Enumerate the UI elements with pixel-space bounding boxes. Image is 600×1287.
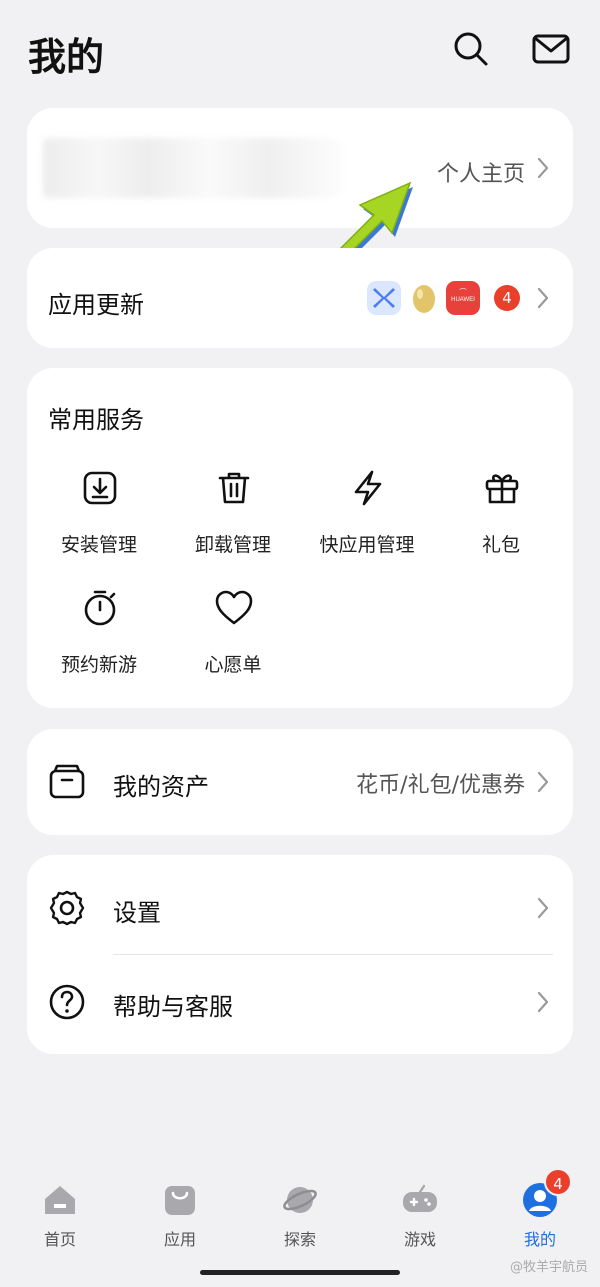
gift-icon: [485, 474, 519, 504]
settings-card: 设置 帮助与客服: [27, 855, 573, 1054]
top-bar: 我的: [0, 0, 600, 100]
blurred-user-name: [43, 138, 343, 198]
nav-explore[interactable]: 探索: [260, 1182, 340, 1252]
planet-icon: [283, 1187, 317, 1213]
chevron-right-icon: [537, 287, 549, 309]
quick-app-icon: [354, 470, 382, 506]
service-uninstall-management[interactable]: 卸载管理: [166, 468, 300, 578]
nav-home[interactable]: 首页: [20, 1182, 100, 1252]
egg-app-icon: [407, 281, 441, 315]
app-update-label: 应用更新: [48, 291, 144, 319]
my-assets-card[interactable]: 我的资产 花币/礼包/优惠券: [27, 729, 573, 835]
service-label: 安装管理: [60, 534, 137, 556]
service-label: 心愿单: [204, 654, 262, 676]
profile-card[interactable]: 个人主页: [27, 108, 573, 228]
app-update-card[interactable]: 应用更新 ⌒ HUAWEI 4: [27, 248, 573, 348]
profile-link[interactable]: 个人主页: [437, 156, 525, 188]
nav-label: 首页: [43, 1230, 76, 1249]
chevron-right-icon: [537, 157, 549, 179]
trash-icon: [218, 472, 250, 504]
home-indicator[interactable]: [200, 1270, 400, 1275]
nav-me[interactable]: 4 我的: [500, 1168, 580, 1252]
service-install-management[interactable]: 安装管理: [32, 468, 166, 578]
gamepad-icon: [403, 1184, 437, 1212]
service-quick-app-management[interactable]: 快应用管理: [300, 468, 434, 578]
chevron-right-icon: [537, 897, 549, 919]
home-icon: [45, 1186, 75, 1214]
install-icon: [83, 471, 117, 505]
chevron-right-icon: [537, 771, 549, 793]
x-app-icon: [367, 281, 401, 315]
gear-icon: [49, 890, 85, 926]
my-assets-label: 我的资产: [113, 773, 209, 801]
service-gift-pack[interactable]: 礼包: [434, 468, 568, 578]
watermark: @牧羊宇航员: [509, 1260, 588, 1275]
nav-label: 应用: [163, 1230, 196, 1249]
settings-label: 设置: [113, 899, 161, 927]
huawei-appgallery-icon: ⌒ HUAWEI: [446, 281, 480, 315]
assets-detail: 花币/礼包/优惠券: [356, 773, 525, 798]
heart-icon: [215, 590, 253, 625]
timer-icon: [84, 590, 116, 626]
me-badge: 4: [544, 1168, 572, 1196]
bottom-nav: 首页 应用 探索 游戏 4 我的: [0, 1168, 600, 1270]
search-icon[interactable]: [452, 30, 490, 68]
service-game-reservation[interactable]: 预约新游: [32, 588, 166, 698]
nav-games[interactable]: 游戏: [380, 1182, 460, 1252]
help-label: 帮助与客服: [113, 993, 233, 1021]
nav-apps[interactable]: 应用: [140, 1182, 220, 1252]
nav-label: 游戏: [403, 1230, 436, 1249]
service-label: 快应用管理: [319, 534, 415, 556]
help-row[interactable]: 帮助与客服: [27, 955, 573, 1054]
bag-icon: [165, 1186, 195, 1215]
mail-icon[interactable]: [532, 30, 570, 68]
settings-row[interactable]: 设置: [27, 855, 573, 954]
help-icon: [49, 984, 85, 1020]
common-services-card: 常用服务 安装管理 卸载管理 快应用管理 礼包 预约新游 心愿单: [27, 368, 573, 708]
nav-label: 我的: [523, 1230, 556, 1249]
wallet-box-icon: [49, 764, 85, 799]
chevron-right-icon: [537, 991, 549, 1013]
services-title: 常用服务: [48, 406, 144, 434]
service-label: 预约新游: [60, 654, 137, 676]
update-count-badge: 4: [494, 285, 520, 311]
service-label: 卸载管理: [194, 534, 271, 556]
page-title: 我的: [28, 35, 105, 79]
service-wishlist[interactable]: 心愿单: [166, 588, 300, 698]
service-label: 礼包: [481, 534, 520, 556]
nav-label: 探索: [283, 1230, 316, 1249]
